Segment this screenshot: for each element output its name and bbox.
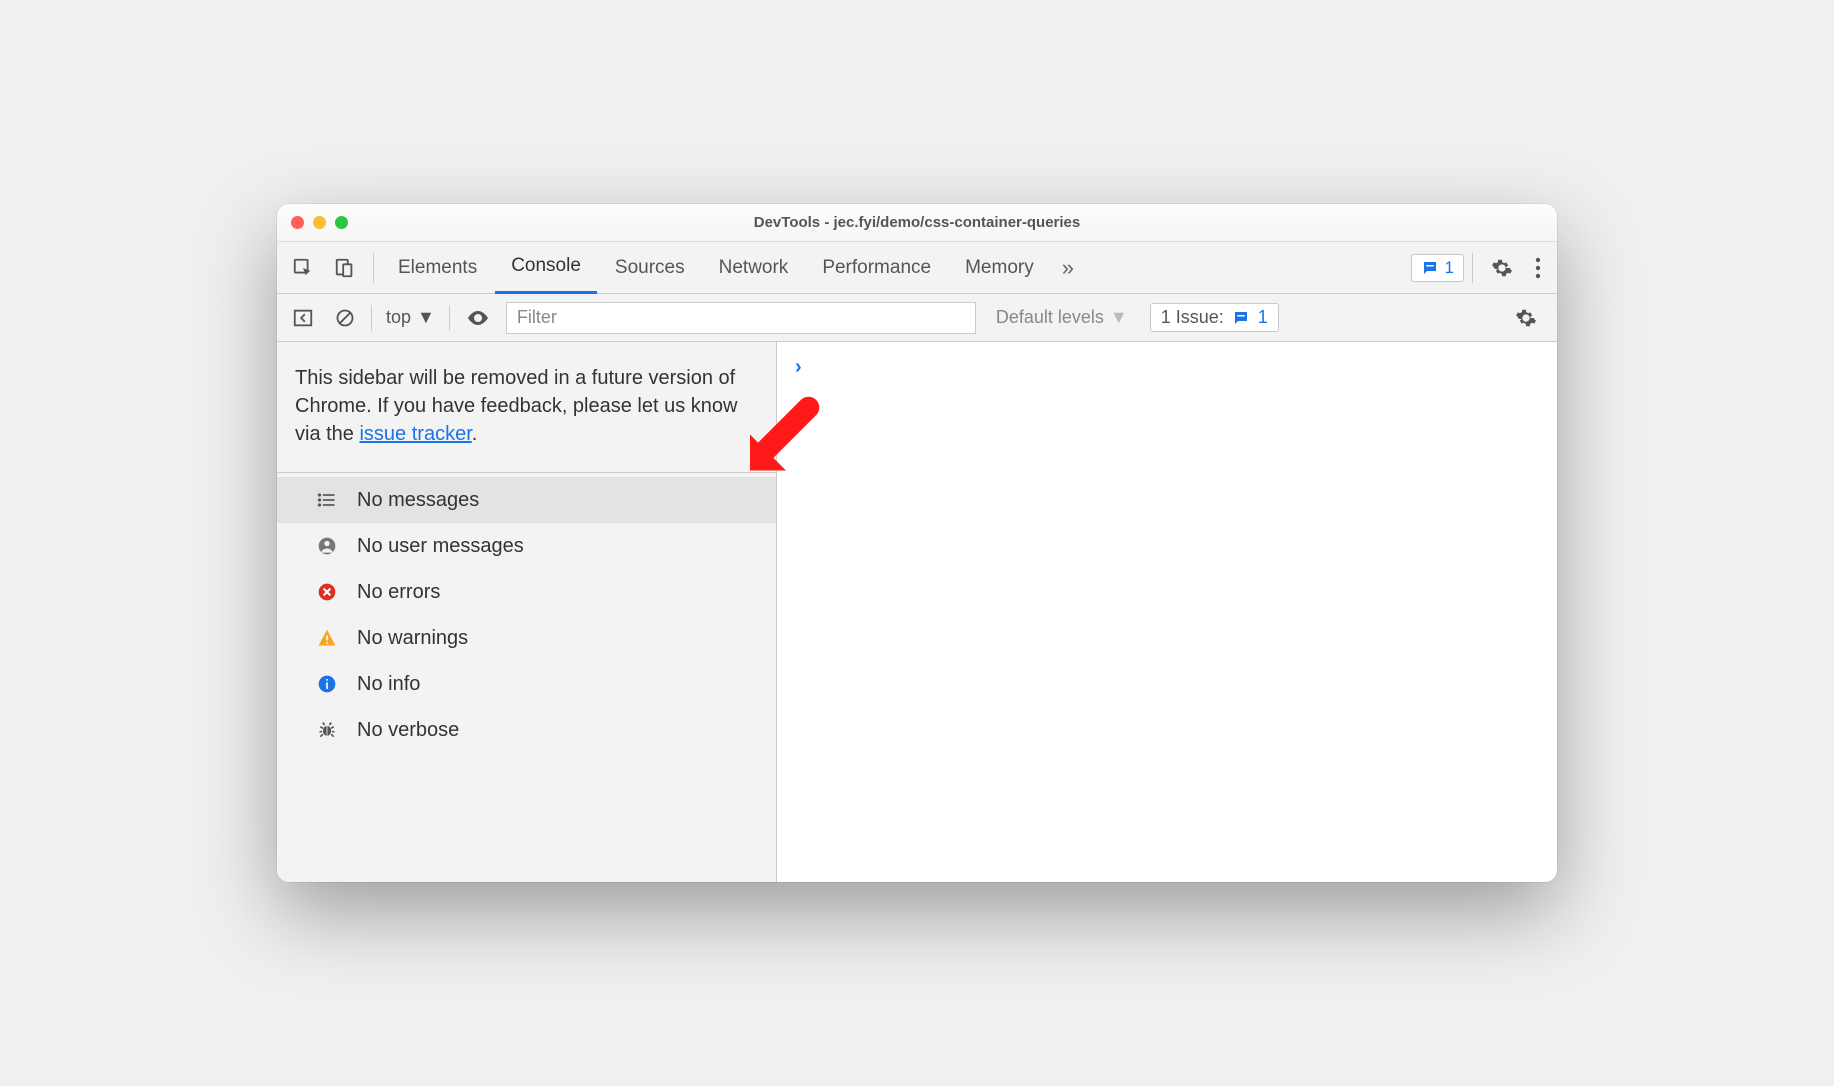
inspect-element-icon[interactable]: [283, 248, 323, 288]
tab-label: Console: [511, 255, 581, 277]
divider: [449, 305, 450, 331]
tab-label: Sources: [615, 257, 685, 279]
sidebar-item-user-messages[interactable]: No user messages: [277, 523, 776, 569]
tab-performance[interactable]: Performance: [806, 242, 947, 294]
sidebar-item-label: No verbose: [357, 719, 459, 742]
tab-label: Network: [719, 257, 789, 279]
warning-icon: [315, 628, 339, 648]
tab-label: Performance: [822, 257, 931, 279]
console-sidebar: This sidebar will be removed in a future…: [277, 342, 777, 882]
tab-console[interactable]: Console: [495, 242, 597, 294]
chat-icon: [1232, 309, 1250, 327]
sidebar-item-info[interactable]: No info: [277, 661, 776, 707]
issues-chip[interactable]: 1 Issue: 1: [1150, 303, 1279, 332]
chat-icon: [1421, 259, 1439, 277]
dropdown-triangle-icon: ▼: [1110, 307, 1128, 328]
window-title: DevTools - jec.fyi/demo/css-container-qu…: [277, 214, 1557, 231]
tab-memory[interactable]: Memory: [949, 242, 1050, 294]
levels-label: Default levels: [996, 307, 1104, 328]
badge-count: 1: [1445, 258, 1454, 278]
toggle-sidebar-icon[interactable]: [287, 302, 319, 334]
filter-input[interactable]: [506, 302, 976, 334]
traffic-lights: [291, 216, 348, 229]
sidebar-item-label: No warnings: [357, 627, 468, 650]
console-output-pane[interactable]: ›: [777, 342, 1557, 882]
tab-label: Memory: [965, 257, 1034, 279]
issues-count: 1: [1258, 307, 1268, 328]
sidebar-filter-list: No messages No user messages No errors N…: [277, 473, 776, 753]
tab-label: Elements: [398, 257, 477, 279]
info-icon: [315, 674, 339, 694]
sidebar-item-verbose[interactable]: No verbose: [277, 707, 776, 753]
sidebar-item-label: No messages: [357, 489, 479, 512]
sidebar-item-label: No user messages: [357, 535, 524, 558]
tab-elements[interactable]: Elements: [382, 242, 493, 294]
console-prompt-icon: ›: [795, 356, 802, 378]
tab-network[interactable]: Network: [703, 242, 805, 294]
maximize-window-button[interactable]: [335, 216, 348, 229]
console-settings-gear-icon[interactable]: [1505, 307, 1547, 329]
dropdown-triangle-icon: ▼: [417, 307, 435, 328]
list-icon: [315, 490, 339, 510]
minimize-window-button[interactable]: [313, 216, 326, 229]
sidebar-item-label: No errors: [357, 581, 440, 604]
live-expression-icon[interactable]: [460, 306, 496, 330]
issues-label: 1 Issue:: [1161, 307, 1224, 328]
sidebar-item-warnings[interactable]: No warnings: [277, 615, 776, 661]
divider: [1472, 253, 1473, 283]
close-window-button[interactable]: [291, 216, 304, 229]
issues-badge[interactable]: 1: [1411, 254, 1464, 282]
devtools-window: DevTools - jec.fyi/demo/css-container-qu…: [277, 204, 1557, 882]
bug-icon: [315, 720, 339, 740]
sidebar-item-errors[interactable]: No errors: [277, 569, 776, 615]
sidebar-item-label: No info: [357, 673, 420, 696]
clear-console-icon[interactable]: [329, 302, 361, 334]
notice-text: .: [472, 423, 478, 445]
context-label: top: [386, 307, 411, 328]
console-toolbar: top ▼ Default levels ▼ 1 Issue: 1: [277, 294, 1557, 342]
titlebar: DevTools - jec.fyi/demo/css-container-qu…: [277, 204, 1557, 242]
console-body: This sidebar will be removed in a future…: [277, 342, 1557, 882]
sidebar-deprecation-notice: This sidebar will be removed in a future…: [277, 342, 776, 473]
more-menu-icon[interactable]: [1525, 257, 1551, 279]
log-levels-selector[interactable]: Default levels ▼: [996, 307, 1128, 328]
issue-tracker-link[interactable]: issue tracker: [359, 423, 471, 445]
sidebar-item-messages[interactable]: No messages: [277, 477, 776, 523]
device-toolbar-icon[interactable]: [325, 248, 365, 288]
user-icon: [315, 536, 339, 556]
main-tabbar: Elements Console Sources Network Perform…: [277, 242, 1557, 294]
divider: [371, 305, 372, 331]
error-icon: [315, 582, 339, 602]
tab-sources[interactable]: Sources: [599, 242, 701, 294]
tabs-overflow-button[interactable]: »: [1052, 255, 1084, 281]
execution-context-selector[interactable]: top ▼: [382, 307, 439, 328]
divider: [373, 253, 374, 283]
settings-gear-icon[interactable]: [1481, 257, 1523, 279]
